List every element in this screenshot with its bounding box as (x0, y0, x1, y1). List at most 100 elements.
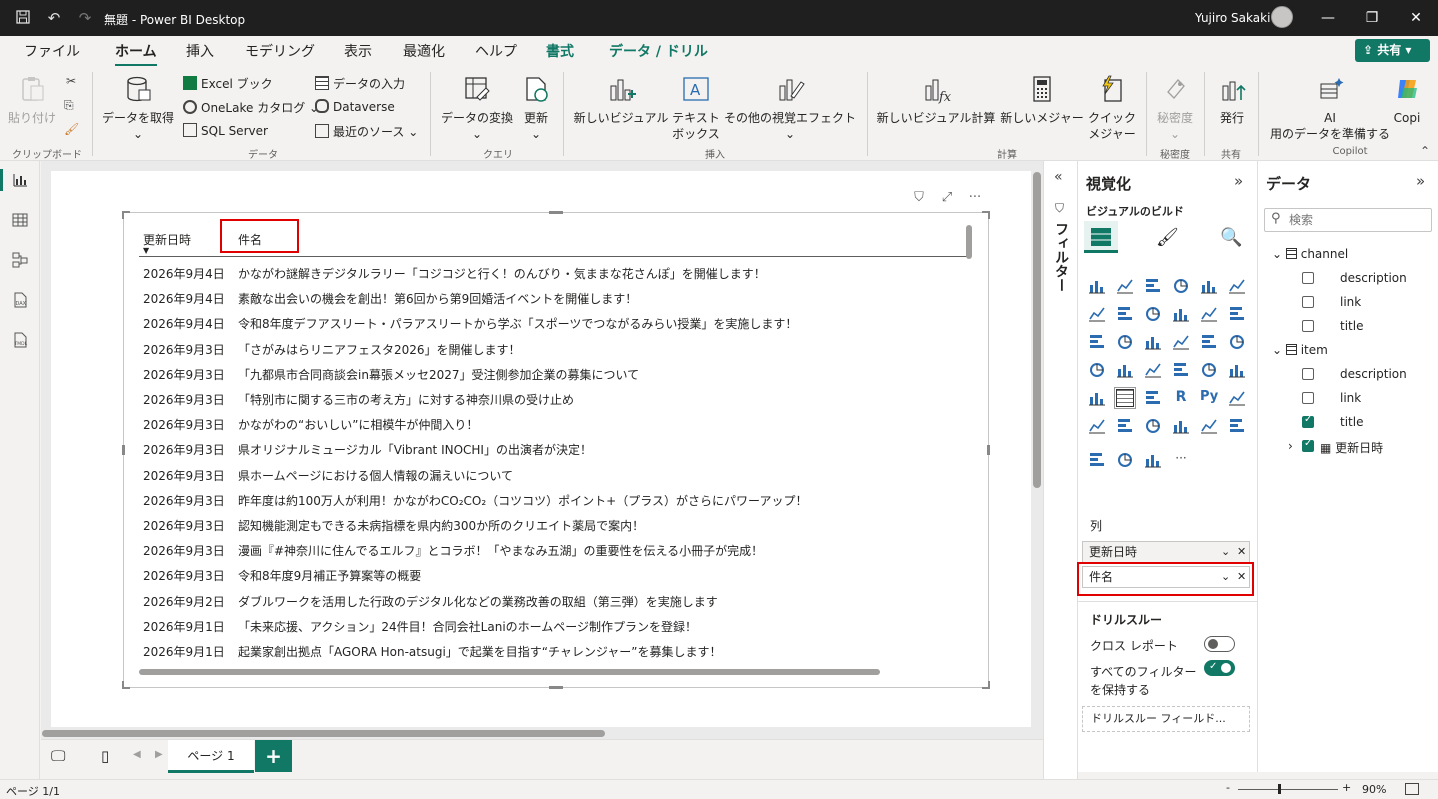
recent-sources-button[interactable]: 最近のソース ⌄ (315, 123, 418, 140)
new-measure-button[interactable]: 新しいメジャー (998, 74, 1086, 126)
analytics-icon[interactable]: 🔍 (1220, 227, 1242, 248)
avatar[interactable] (1271, 6, 1293, 28)
paste-button[interactable]: 貼り付け (6, 74, 58, 126)
sql-server-button[interactable]: SQL Server (183, 123, 268, 138)
viz-line-column-icon[interactable] (1200, 305, 1218, 323)
field-更新日時[interactable]: ▦ 更新日時 (1320, 439, 1383, 456)
viz-map-icon[interactable] (1116, 361, 1134, 379)
tab-insert[interactable]: 挿入 (186, 41, 214, 61)
filter-icon[interactable]: ⛉ (910, 190, 928, 208)
field-checkbox[interactable] (1302, 368, 1314, 380)
viz-key-influencers-icon[interactable] (1228, 389, 1246, 407)
viz-stacked-bar-icon[interactable] (1088, 277, 1106, 295)
get-data-button[interactable]: データを取得 ⌄ (100, 74, 176, 142)
viz-table-icon[interactable] (1114, 387, 1136, 409)
viz-ribbon-icon[interactable] (1088, 333, 1106, 351)
column-field-date[interactable]: 更新日時 ⌄ ✕ (1082, 541, 1250, 563)
cell-title[interactable]: 「九都県市合同商談会in幕張メッセ2027」受注側参加企業の募集について (238, 366, 639, 383)
cell-date[interactable]: 2026年9月3日 (143, 567, 225, 584)
fit-to-page-icon[interactable] (1405, 783, 1419, 795)
viz-filled-map-icon[interactable] (1088, 451, 1106, 469)
viz-paginated-icon[interactable] (1144, 417, 1162, 435)
new-visual-button[interactable]: 新しいビジュアル (571, 74, 671, 126)
viz-line-clustered-icon[interactable] (1228, 305, 1246, 323)
cell-date[interactable]: 2026年9月3日 (143, 517, 225, 534)
cell-title[interactable]: 県ホームページにおける個人情報の漏えいについて (238, 467, 513, 484)
cell-date[interactable]: 2026年9月1日 (143, 643, 225, 660)
cell-date[interactable]: 2026年9月3日 (143, 542, 225, 559)
sort-desc-icon[interactable]: ▼ (143, 246, 149, 255)
cell-date[interactable]: 2026年9月4日 (143, 315, 225, 332)
tab-view[interactable]: 表示 (344, 41, 372, 61)
page-tab-1[interactable]: ページ 1 (168, 740, 254, 773)
canvas-vertical-scrollbar[interactable] (1033, 172, 1041, 488)
field-link[interactable]: link (1340, 295, 1361, 309)
save-icon[interactable] (14, 9, 32, 27)
refresh-button[interactable]: 更新 ⌄ (518, 74, 554, 142)
dax-query-view-icon[interactable]: DAX (10, 291, 30, 311)
cell-date[interactable]: 2026年9月3日 (143, 416, 225, 433)
cell-date[interactable]: 2026年9月3日 (143, 492, 225, 509)
canvas-horizontal-scrollbar[interactable] (42, 730, 605, 737)
search-input[interactable] (1289, 211, 1427, 229)
field-description[interactable]: description (1340, 367, 1407, 381)
cell-date[interactable]: 2026年9月3日 (143, 441, 225, 458)
desktop-layout-icon[interactable]: 🖵 (51, 747, 65, 765)
viz-kpi-icon[interactable] (1228, 361, 1246, 379)
viz-line-icon[interactable] (1088, 305, 1106, 323)
viz-smart-narrative-icon[interactable] (1172, 417, 1190, 435)
viz-area-icon[interactable] (1116, 305, 1134, 323)
zoom-slider-thumb[interactable] (1278, 784, 1281, 794)
format-painter-icon[interactable]: 🖌 (64, 122, 79, 136)
cell-title[interactable]: かながわ謎解きデジタルラリー「コジコジと行く！のんびり・気ままな花さんぽ」を開催… (238, 265, 766, 282)
tab-file[interactable]: ファイル (24, 41, 80, 61)
zoom-slider[interactable] (1238, 789, 1338, 790)
expand-filters-icon[interactable]: « (1054, 169, 1063, 185)
cell-title[interactable]: 漫画『#神奈川に住んでるエルフ』とコラボ！「やまなみ五湖」の重要性を伝える小冊子… (238, 542, 763, 559)
table-view-icon[interactable] (10, 211, 30, 231)
expand-chevron-icon[interactable]: ⌄ (1272, 247, 1282, 261)
cell-date[interactable]: 2026年9月3日 (143, 467, 225, 484)
cell-title[interactable]: 昨年度は約100万人が利用！かながわCO₂CO₂（コツコツ）ポイント+（プラス）… (238, 492, 808, 509)
maximize-icon[interactable]: ❐ (1362, 8, 1382, 28)
cell-title[interactable]: 令和8年度デフアスリート・パラアスリートから学ぶ「スポーツでつながるみらい授業」… (238, 315, 797, 332)
copilot-button[interactable]: Copi (1390, 74, 1424, 126)
expand-hierarchy-icon[interactable]: › (1288, 439, 1293, 453)
collapse-data-icon[interactable]: » (1416, 172, 1425, 190)
viz-gauge-icon[interactable] (1172, 361, 1190, 379)
onelake-button[interactable]: OneLake カタログ ⌄ (183, 99, 319, 116)
cell-date[interactable]: 2026年9月3日 (143, 391, 225, 408)
viz-stacked-area-icon[interactable] (1144, 305, 1162, 323)
report-view-icon[interactable] (10, 171, 30, 191)
textbox-button[interactable]: A テキスト ボックス (668, 74, 724, 142)
copy-icon[interactable]: ⎘ (64, 98, 74, 113)
undo-icon[interactable]: ↶ (45, 9, 63, 27)
viz-100-column-icon[interactable] (1228, 277, 1246, 295)
viz-matrix-icon[interactable] (1144, 389, 1162, 407)
tab-help[interactable]: ヘルプ (475, 41, 517, 61)
cell-title[interactable]: 素敵な出会いの機会を創出！第6回から第9回婚活イベントを開催します！ (238, 290, 637, 307)
cell-title[interactable]: 「さがみはらリニアフェスタ2026」を開催します！ (238, 341, 521, 358)
excel-button[interactable]: Excel ブック (183, 75, 273, 92)
minimize-icon[interactable]: — (1318, 8, 1338, 28)
viz-python-visual-icon[interactable]: Py (1200, 389, 1224, 407)
cell-date[interactable]: 2026年9月3日 (143, 366, 225, 383)
cell-title[interactable]: 県オリジナルミュージカル「Vibrant INOCHI」の出演者が決定！ (238, 441, 592, 458)
cell-date[interactable]: 2026年9月4日 (143, 290, 225, 307)
zoom-out-icon[interactable]: - (1226, 781, 1230, 794)
field-chevron-icon[interactable]: ⌄ (1221, 542, 1230, 562)
viz-clustered-column-icon[interactable] (1172, 277, 1190, 295)
filter-pane-label[interactable]: フィルター (1051, 222, 1071, 292)
viz-qa-icon[interactable] (1116, 417, 1134, 435)
tab-modeling[interactable]: モデリング (245, 41, 315, 61)
visual-vertical-scrollbar[interactable] (966, 225, 972, 259)
field-title[interactable]: title (1340, 415, 1363, 429)
cell-title[interactable]: ダブルワークを活用した行政のデジタル化などの業務改善の取組（第三弾）を実施します (238, 593, 718, 610)
column-header-date[interactable]: 更新日時 (143, 231, 191, 248)
cross-report-toggle[interactable] (1204, 636, 1235, 652)
keep-filters-toggle[interactable]: ✓ (1204, 660, 1235, 676)
close-icon[interactable]: ✕ (1406, 8, 1426, 28)
viz-donut-icon[interactable] (1228, 333, 1246, 351)
cell-title[interactable]: かながわの“おいしい”に相模牛が仲間入り！ (238, 416, 478, 433)
new-visual-calc-button[interactable]: fx 新しいビジュアル計算 (875, 74, 997, 126)
